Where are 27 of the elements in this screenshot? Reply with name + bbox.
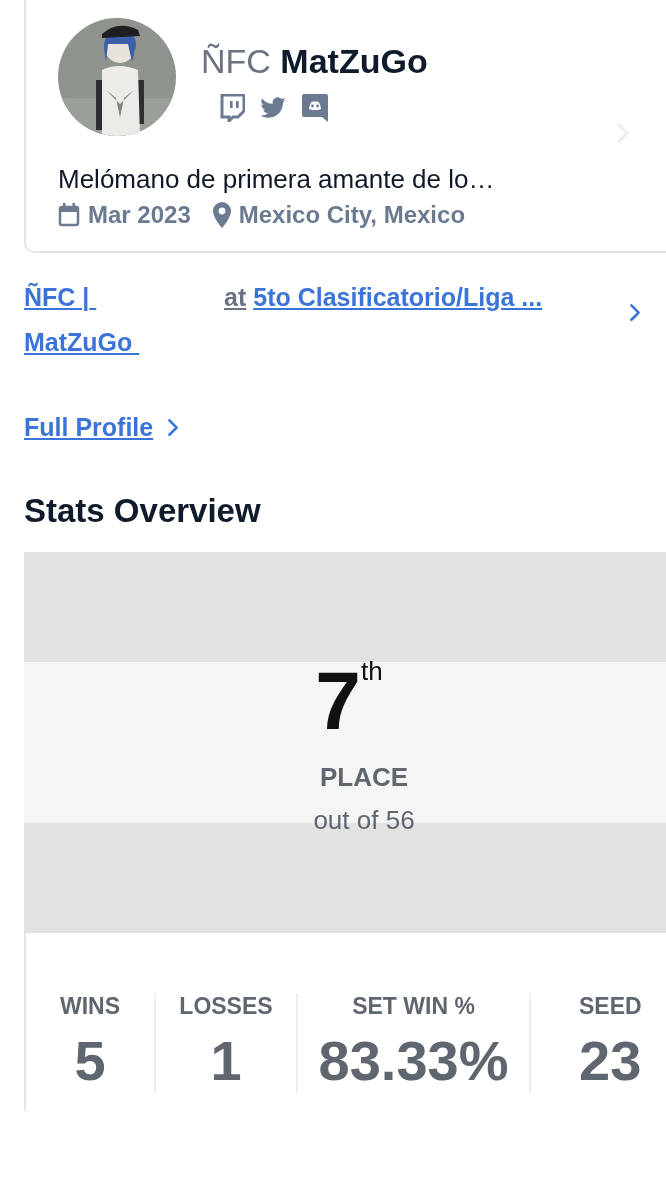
location-text: Mexico City, Mexico <box>238 201 466 229</box>
stat-value: 5 <box>74 1028 106 1093</box>
event-link[interactable]: 5to Clasificatorio/Liga ... <box>253 275 543 320</box>
stat-label: SEED <box>579 993 642 1020</box>
chevron-right-icon[interactable] <box>167 417 180 438</box>
stat-value: 83.33% <box>318 1028 509 1093</box>
entrant-total: out of 56 <box>313 804 415 836</box>
location-pin-icon <box>212 202 231 228</box>
stat-label: SET WIN % <box>352 993 475 1020</box>
section-heading: Stats Overview <box>24 492 262 530</box>
at-label: at <box>224 282 247 313</box>
chat-icon[interactable] <box>301 93 329 123</box>
speech-bubble-icon[interactable] <box>219 94 245 122</box>
player-link[interactable]: ÑFC | MatZuGo <box>24 275 184 365</box>
chevron-right-icon[interactable] <box>629 303 641 323</box>
bird-icon[interactable] <box>259 96 287 120</box>
bio-text: Melómano de primera amante de lo… <box>58 164 496 195</box>
place-label: PLACE <box>319 761 409 793</box>
place-number: 7$^{th}$ <box>315 659 383 742</box>
full-profile-link[interactable]: Full Profile <box>24 405 154 450</box>
stat-label: WINS <box>59 993 121 1020</box>
username: ÑFC MatZuGo <box>201 42 428 81</box>
join-date: Mar 2023 <box>88 201 191 229</box>
stat-label: LOSSES <box>179 993 273 1020</box>
calendar-icon <box>58 203 80 227</box>
stat-value: 23 <box>579 1028 642 1093</box>
stat-value: 1 <box>210 1028 242 1093</box>
